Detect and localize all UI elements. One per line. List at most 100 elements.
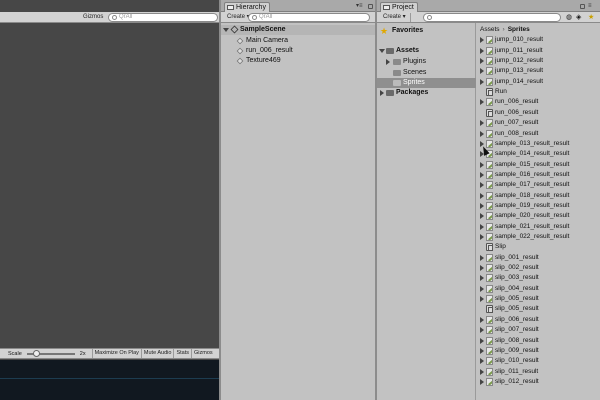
expand-arrow-icon[interactable] — [480, 202, 484, 209]
expand-arrow-icon[interactable] — [480, 78, 484, 85]
asset-item-sprite[interactable]: slip_003_result — [477, 273, 600, 283]
asset-item-sprite[interactable]: jump_010_result — [477, 35, 600, 45]
asset-item-animation[interactable]: run_006_result — [477, 108, 600, 118]
asset-item-sprite[interactable]: slip_010_result — [477, 356, 600, 366]
expand-arrow-icon[interactable] — [480, 192, 484, 199]
asset-item-sprite[interactable]: slip_002_result — [477, 263, 600, 273]
asset-item-sprite[interactable]: slip_011_result — [477, 367, 600, 377]
asset-item-sprite[interactable]: sample_013_result_result — [477, 139, 600, 149]
asset-item-sprite[interactable]: sample_018_result_result — [477, 191, 600, 201]
project-create-dropdown[interactable]: Create ▾ — [379, 13, 411, 22]
folder-item-scenes[interactable]: Scenes — [377, 68, 476, 78]
asset-item-sprite[interactable]: sample_019_result_result — [477, 201, 600, 211]
expand-arrow-icon[interactable] — [480, 378, 484, 385]
project-search-input[interactable] — [423, 13, 561, 22]
expand-arrow-icon[interactable] — [480, 368, 484, 375]
breadcrumb-item[interactable]: Sprites — [508, 26, 530, 33]
expand-arrow-icon[interactable] — [480, 120, 484, 127]
lock-icon[interactable] — [368, 4, 373, 9]
tab-hierarchy[interactable]: Hierarchy — [224, 2, 270, 12]
asset-item-sprite[interactable]: run_006_result — [477, 97, 600, 107]
hierarchy-search-input[interactable]: QrAll — [248, 13, 370, 22]
asset-item-sprite[interactable]: slip_007_result — [477, 325, 600, 335]
hierarchy-item[interactable]: run_006_result — [221, 46, 375, 56]
expand-arrow-icon[interactable] — [480, 223, 484, 230]
asset-item-sprite[interactable]: sample_016_result_result — [477, 170, 600, 180]
asset-item-sprite[interactable]: slip_008_result — [477, 336, 600, 346]
mute-audio-toggle[interactable]: Mute Audio — [140, 349, 174, 358]
expand-arrow-icon[interactable] — [379, 49, 385, 53]
maximize-on-play-toggle[interactable]: Maximize On Play — [91, 349, 141, 358]
favorites-row[interactable]: ★ Favorites — [377, 26, 476, 36]
stats-toggle[interactable]: Stats — [173, 349, 191, 358]
asset-item-sprite[interactable]: sample_021_result_result — [477, 222, 600, 232]
expand-arrow-icon[interactable] — [480, 254, 484, 261]
folder-item-plugins[interactable]: Plugins — [377, 57, 476, 67]
breadcrumb-item[interactable]: Assets — [480, 26, 500, 33]
asset-item-sprite[interactable]: slip_012_result — [477, 377, 600, 387]
expand-arrow-icon[interactable] — [386, 59, 390, 65]
asset-item-sprite[interactable]: slip_004_result — [477, 284, 600, 294]
asset-item-sprite[interactable]: sample_020_result_result — [477, 211, 600, 221]
expand-arrow-icon[interactable] — [480, 347, 484, 354]
expand-arrow-icon[interactable] — [480, 58, 484, 65]
asset-item-sprite[interactable]: jump_014_result — [477, 77, 600, 87]
asset-item-animation[interactable]: Slip — [477, 242, 600, 252]
expand-arrow-icon[interactable] — [480, 265, 484, 272]
asset-item-sprite[interactable]: jump_012_result — [477, 56, 600, 66]
scale-slider-handle[interactable] — [32, 349, 40, 357]
expand-arrow-icon[interactable] — [480, 296, 484, 303]
hierarchy-item[interactable]: Texture469 — [221, 56, 375, 66]
expand-arrow-icon[interactable] — [480, 327, 484, 334]
expand-arrow-icon[interactable] — [480, 337, 484, 344]
asset-item-sprite[interactable]: run_008_result — [477, 129, 600, 139]
expand-arrow-icon[interactable] — [480, 37, 484, 44]
asset-item-sprite[interactable]: jump_013_result — [477, 66, 600, 76]
filter-by-type-icon[interactable]: ◍ — [566, 13, 572, 22]
folder-item-sprites[interactable]: Sprites — [377, 78, 476, 88]
hierarchy-item[interactable]: Main Camera — [221, 36, 375, 46]
packages-row[interactable]: Packages — [377, 88, 476, 98]
expand-arrow-icon[interactable] — [480, 130, 484, 137]
asset-item-sprite[interactable]: slip_009_result — [477, 346, 600, 356]
tab-project[interactable]: Project — [380, 2, 418, 12]
asset-item-sprite[interactable]: sample_022_result_result — [477, 232, 600, 242]
asset-item-animation[interactable]: slip_005_result — [477, 304, 600, 314]
expand-arrow-icon[interactable] — [380, 90, 384, 96]
asset-item-sprite[interactable]: jump_011_result — [477, 46, 600, 56]
asset-item-sprite[interactable]: run_007_result — [477, 118, 600, 128]
expand-arrow-icon[interactable] — [480, 68, 484, 75]
asset-item-sprite[interactable]: slip_005_result — [477, 294, 600, 304]
expand-arrow-icon[interactable] — [480, 182, 484, 189]
expand-arrow-icon[interactable] — [480, 47, 484, 54]
scene-search-input[interactable]: QrAll — [108, 13, 218, 22]
expand-arrow-icon[interactable] — [223, 28, 229, 32]
expand-arrow-icon[interactable] — [480, 171, 484, 178]
asset-item-sprite[interactable]: slip_001_result — [477, 253, 600, 263]
asset-item-sprite[interactable]: sample_015_result_result — [477, 160, 600, 170]
expand-arrow-icon[interactable] — [480, 161, 484, 168]
expand-arrow-icon[interactable] — [480, 316, 484, 323]
scale-slider[interactable] — [26, 349, 75, 357]
scene-view[interactable] — [0, 0, 219, 400]
asset-item-sprite[interactable]: slip_006_result — [477, 315, 600, 325]
assets-row[interactable]: Assets — [377, 46, 476, 56]
asset-item-sprite[interactable]: sample_017_result_result — [477, 180, 600, 190]
scene-gizmos-dropdown[interactable]: Gizmos — [80, 13, 106, 22]
game-view[interactable] — [0, 360, 219, 400]
expand-arrow-icon[interactable] — [480, 285, 484, 292]
game-gizmos-dropdown[interactable]: Gizmos — [190, 349, 215, 358]
asset-item-sprite[interactable]: sample_014_result_result — [477, 149, 600, 159]
expand-arrow-icon[interactable] — [480, 99, 484, 106]
scene-row[interactable]: SampleScene — [221, 25, 375, 35]
panel-menu-icon[interactable]: ≡ — [588, 3, 592, 10]
expand-arrow-icon[interactable] — [480, 275, 484, 282]
panel-menu-icon[interactable]: ▾≡ — [356, 3, 363, 10]
favorites-toggle-icon[interactable]: ★ — [588, 13, 594, 22]
asset-item-animation[interactable]: Run — [477, 87, 600, 97]
lock-icon[interactable] — [580, 4, 585, 9]
filter-by-label-icon[interactable]: ◈ — [576, 13, 581, 22]
expand-arrow-icon[interactable] — [480, 213, 484, 220]
expand-arrow-icon[interactable] — [480, 358, 484, 365]
expand-arrow-icon[interactable] — [480, 234, 484, 240]
